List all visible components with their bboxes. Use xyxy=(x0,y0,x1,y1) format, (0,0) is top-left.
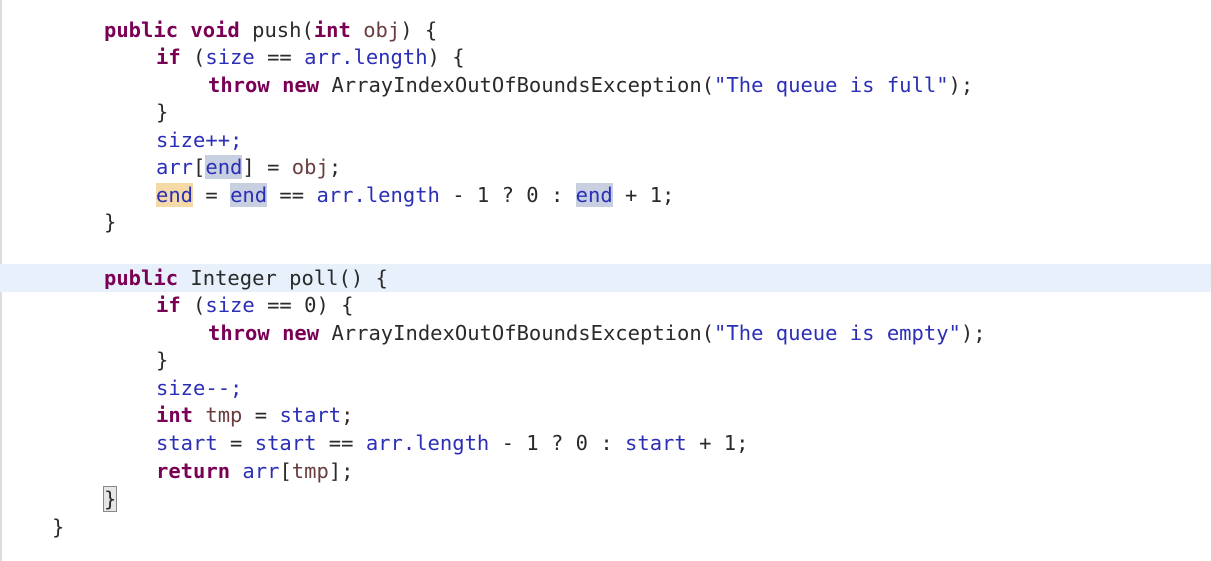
code-line-poll-throw[interactable]: throw new ArrayIndexOutOfBoundsException… xyxy=(208,319,986,347)
local-variable: tmp xyxy=(291,459,329,483)
operator: + 1; xyxy=(612,183,675,207)
punctuation: ) { xyxy=(400,18,438,42)
local-variable: tmp xyxy=(205,403,243,427)
punctuation: ); xyxy=(960,321,986,345)
code-line-push-throw[interactable]: throw new ArrayIndexOutOfBoundsException… xyxy=(208,71,973,99)
string-literal: "The queue is empty" xyxy=(714,321,961,345)
code-line-poll-close[interactable]: } xyxy=(102,485,118,513)
operator: - 1 ? 0 : xyxy=(439,183,576,207)
field-write-occurrence: end xyxy=(156,183,194,207)
field: size xyxy=(205,45,255,69)
exception-call: ArrayIndexOutOfBoundsException( xyxy=(331,321,715,345)
field: arr.length xyxy=(304,45,428,69)
code-line-poll-size-dec[interactable]: size--; xyxy=(156,374,242,402)
operator: = xyxy=(193,183,231,207)
field: arr.length xyxy=(316,183,440,207)
code-line-poll-close-if[interactable]: } xyxy=(156,346,168,374)
brace: } xyxy=(156,100,169,124)
parameter: obj xyxy=(291,155,329,179)
code-line-push-if[interactable]: if (size == arr.length) { xyxy=(156,43,465,71)
field: start xyxy=(254,431,317,455)
keyword: throw xyxy=(208,321,270,345)
field: size--; xyxy=(156,376,243,400)
keyword: public xyxy=(104,266,179,290)
field: start xyxy=(625,431,687,455)
code-line-push-close-if[interactable]: } xyxy=(156,98,168,126)
keyword: int xyxy=(156,403,194,427)
brace: } xyxy=(104,210,117,234)
keyword: if xyxy=(156,293,181,317)
punctuation: ); xyxy=(948,73,974,97)
parameter: obj xyxy=(363,18,401,42)
method-name: poll() { xyxy=(289,266,388,290)
operator: = xyxy=(217,431,255,455)
field: size++; xyxy=(156,128,243,152)
keyword: int xyxy=(313,18,351,42)
exception-call: ArrayIndexOutOfBoundsException( xyxy=(331,73,715,97)
code-line-poll-tmp[interactable]: int tmp = start; xyxy=(156,401,354,429)
type-name: Integer xyxy=(190,266,277,290)
method-name: push( xyxy=(252,18,314,42)
code-line-poll-signature[interactable]: public Integer poll() { xyxy=(104,264,388,292)
punctuation: ; xyxy=(328,155,342,179)
keyword: new xyxy=(282,321,320,345)
operator: + 1; xyxy=(686,431,749,455)
keyword: public xyxy=(104,18,179,42)
field: start xyxy=(156,431,218,455)
punctuation: ] = xyxy=(242,155,292,179)
punctuation: ; xyxy=(341,403,354,427)
brace: } xyxy=(156,348,169,372)
keyword: if xyxy=(156,45,181,69)
operator: == 0) { xyxy=(254,293,354,317)
punctuation: [ xyxy=(279,459,292,483)
operator: == xyxy=(267,183,317,207)
field: arr.length xyxy=(365,431,490,455)
keyword: new xyxy=(282,73,320,97)
code-editor[interactable]: public void push(int obj) { if (size == … xyxy=(0,0,1211,561)
code-line-poll-update-start[interactable]: start = start == arr.length - 1 ? 0 : st… xyxy=(156,429,748,457)
keyword: throw xyxy=(208,73,270,97)
operator: - 1 ? 0 : xyxy=(489,431,626,455)
string-literal: "The queue is full" xyxy=(714,73,949,97)
operator: = xyxy=(242,403,280,427)
code-line-class-close[interactable]: } xyxy=(52,513,64,541)
punctuation: ( xyxy=(193,293,206,317)
punctuation: [ xyxy=(193,155,206,179)
operator: == xyxy=(267,45,292,69)
field: start xyxy=(279,403,342,427)
operator: == xyxy=(316,431,366,455)
keyword: void xyxy=(190,18,240,42)
punctuation: ) { xyxy=(427,45,465,69)
code-line-push-size-inc[interactable]: size++; xyxy=(156,126,242,154)
code-line-push-update-end[interactable]: end = end == arr.length - 1 ? 0 : end + … xyxy=(156,181,674,209)
field-occurrence: end xyxy=(205,155,243,179)
keyword: return xyxy=(156,459,231,483)
field-occurrence: end xyxy=(575,183,613,207)
code-line-push-assign-arr[interactable]: arr[end] = obj; xyxy=(156,153,341,181)
code-line-push-signature[interactable]: public void push(int obj) { xyxy=(104,16,437,44)
field-occurrence: end xyxy=(230,183,268,207)
punctuation: ]; xyxy=(328,459,354,483)
field: arr xyxy=(242,459,280,483)
punctuation: ( xyxy=(193,45,206,69)
code-line-poll-if[interactable]: if (size == 0) { xyxy=(156,291,354,319)
matching-bracket: } xyxy=(102,486,118,512)
brace: } xyxy=(52,515,65,539)
code-line-poll-return[interactable]: return arr[tmp]; xyxy=(156,457,354,485)
field: arr xyxy=(156,155,194,179)
field: size xyxy=(205,293,255,317)
code-line-push-close[interactable]: } xyxy=(104,208,116,236)
